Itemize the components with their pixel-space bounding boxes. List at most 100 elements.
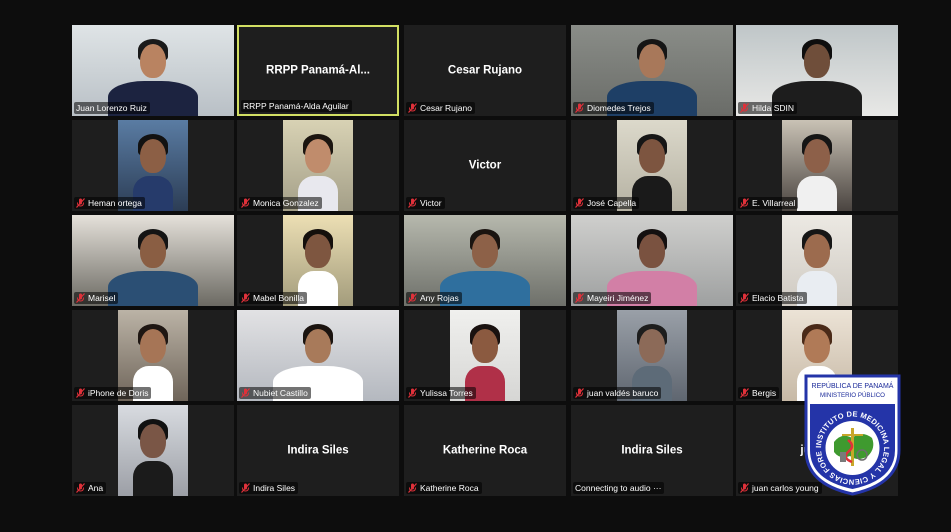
muted-mic-icon: [575, 103, 587, 113]
participant-tile[interactable]: José Capella: [571, 120, 733, 211]
participant-tile[interactable]: Mabel Bonilla: [237, 215, 399, 306]
muted-mic-icon: [740, 388, 752, 398]
participant-name: Diomedes Trejos: [587, 103, 651, 113]
participant-tile[interactable]: Any Rojas: [404, 215, 566, 306]
participant-name-label: Marisel: [74, 292, 119, 304]
participant-tile[interactable]: Mayeiri Jiménez: [571, 215, 733, 306]
participant-name-label: José Capella: [573, 197, 640, 209]
participant-tile[interactable]: RRPP Panamá-Al... RRPP Panamá-Alda Aguila…: [237, 25, 399, 116]
participant-name-label: Indira Siles: [239, 482, 299, 494]
muted-mic-icon: [408, 103, 420, 113]
participant-name-label: Mayeiri Jiménez: [573, 292, 652, 304]
participant-name-label: RRPP Panamá-Alda Aguilar: [241, 100, 352, 112]
muted-mic-icon: [408, 293, 420, 303]
participant-name-label: Juan Lorenzo Ruiz: [74, 102, 150, 114]
participant-name-label: Monica Gonzalez: [239, 197, 322, 209]
participant-name: Nubiet Castillo: [253, 388, 308, 398]
muted-mic-icon: [740, 103, 752, 113]
participant-name: Any Rojas: [420, 293, 459, 303]
participant-name-label: Mabel Bonilla: [239, 292, 308, 304]
participant-tile[interactable]: Yulissa Torres: [404, 310, 566, 401]
participant-name: Connecting to audio ···: [575, 483, 662, 493]
participant-name: Victor: [420, 198, 442, 208]
participant-name: Hilda SDIN: [752, 103, 795, 113]
participant-tile[interactable]: Cesar Rujano Cesar Rujano: [404, 25, 566, 116]
logo-line-2: MINISTERIO PÚBLICO: [820, 392, 885, 399]
participant-name-label: Nubiet Castillo: [239, 387, 311, 399]
muted-mic-icon: [241, 198, 253, 208]
participant-tile[interactable]: Heman ortega: [72, 120, 234, 211]
muted-mic-icon: [76, 388, 88, 398]
participant-name-label: Bergis: [738, 387, 780, 399]
participant-name-label: Diomedes Trejos: [573, 102, 654, 114]
muted-mic-icon: [408, 388, 420, 398]
participant-name-label: Connecting to audio ···: [573, 482, 665, 494]
participant-name: Cesar Rujano: [420, 103, 472, 113]
participant-name: RRPP Panamá-Alda Aguilar: [243, 101, 349, 111]
participant-name-label: Heman ortega: [74, 197, 145, 209]
participant-name-label: juan valdés baruco: [573, 387, 662, 399]
participant-video: [118, 405, 188, 496]
participant-tile[interactable]: Nubiet Castillo: [237, 310, 399, 401]
participant-tile[interactable]: Ana: [72, 405, 234, 496]
muted-mic-icon: [408, 198, 420, 208]
muted-mic-icon: [76, 198, 88, 208]
participant-name: José Capella: [587, 198, 637, 208]
participant-name: Bergis: [752, 388, 777, 398]
institution-logo: REPÚBLICA DE PANAMÁ MINISTERIO PÚBLICO I…: [802, 372, 901, 496]
participant-tile[interactable]: Indira Siles Connecting to audio ···: [571, 405, 733, 496]
muted-mic-icon: [76, 293, 88, 303]
participant-name: Elacio Batista: [752, 293, 804, 303]
participant-tile[interactable]: Elacio Batista: [736, 215, 898, 306]
participant-name-label: Victor: [406, 197, 445, 209]
participant-name-label: Yulissa Torres: [406, 387, 476, 399]
participant-name-label: Hilda SDIN: [738, 102, 798, 114]
participant-name: Katherine Roca: [420, 483, 479, 493]
participant-name-label: Ana: [74, 482, 107, 494]
participant-name: Marisel: [88, 293, 116, 303]
participant-name-label: Cesar Rujano: [406, 102, 475, 114]
participant-name: Monica Gonzalez: [253, 198, 319, 208]
participant-tile[interactable]: E. Villarreal: [736, 120, 898, 211]
participant-name: Ana: [88, 483, 104, 493]
participant-display-name: RRPP Panamá-Al...: [266, 63, 370, 76]
participant-name: Mabel Bonilla: [253, 293, 305, 303]
participant-name-label: Any Rojas: [406, 292, 462, 304]
muted-mic-icon: [575, 198, 587, 208]
participant-display-name: Cesar Rujano: [447, 63, 523, 76]
participant-display-name: Victor: [468, 158, 502, 171]
participant-name-label: Elacio Batista: [738, 292, 807, 304]
logo-line-1: REPÚBLICA DE PANAMÁ: [812, 381, 894, 390]
muted-mic-icon: [408, 483, 420, 493]
participant-tile[interactable]: iPhone de Doris: [72, 310, 234, 401]
muted-mic-icon: [740, 293, 752, 303]
participant-tile[interactable]: Indira Siles Indira Siles: [237, 405, 399, 496]
participant-tile[interactable]: Monica Gonzalez: [237, 120, 399, 211]
participant-name-label: Katherine Roca: [406, 482, 482, 494]
muted-mic-icon: [241, 483, 253, 493]
muted-mic-icon: [740, 483, 752, 493]
participant-tile[interactable]: juan valdés baruco: [571, 310, 733, 401]
participant-name: juan valdés baruco: [587, 388, 659, 398]
participant-name-label: E. Villarreal: [738, 197, 799, 209]
muted-mic-icon: [76, 483, 88, 493]
participant-display-name: Indira Siles: [621, 443, 683, 456]
participant-name-label: iPhone de Doris: [74, 387, 152, 399]
participant-name: E. Villarreal: [752, 198, 796, 208]
participant-name: iPhone de Doris: [88, 388, 149, 398]
participant-display-name: Katherine Roca: [442, 443, 528, 456]
muted-mic-icon: [241, 388, 253, 398]
participant-name: Indira Siles: [253, 483, 296, 493]
participant-tile[interactable]: Marisel: [72, 215, 234, 306]
participant-tile[interactable]: Hilda SDIN: [736, 25, 898, 116]
muted-mic-icon: [740, 198, 752, 208]
participant-tile[interactable]: Victor Victor: [404, 120, 566, 211]
muted-mic-icon: [575, 293, 587, 303]
participant-tile[interactable]: Diomedes Trejos: [571, 25, 733, 116]
participant-tile[interactable]: Katherine Roca Katherine Roca: [404, 405, 566, 496]
muted-mic-icon: [241, 293, 253, 303]
participant-display-name: Indira Siles: [287, 443, 349, 456]
participant-name: Juan Lorenzo Ruiz: [76, 103, 147, 113]
participant-tile[interactable]: Juan Lorenzo Ruiz: [72, 25, 234, 116]
participant-name: Yulissa Torres: [420, 388, 473, 398]
